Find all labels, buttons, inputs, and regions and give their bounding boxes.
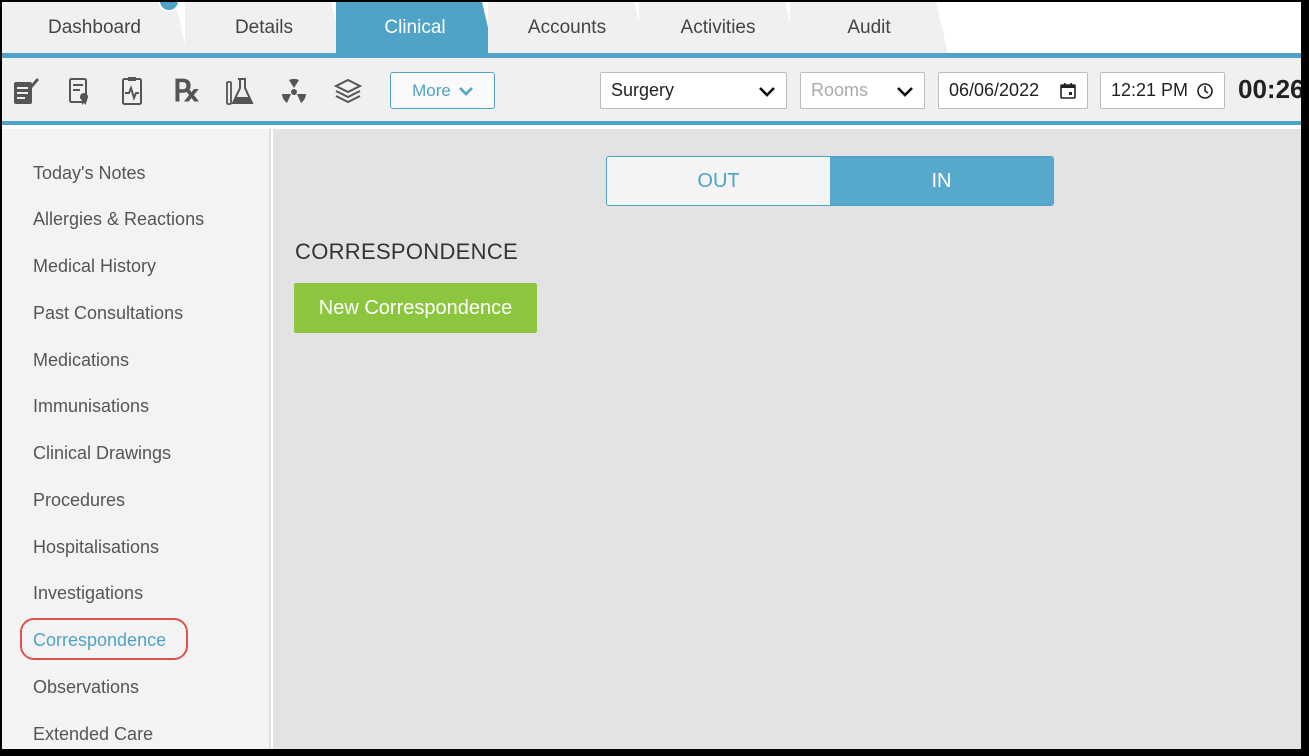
sidebar-item-clinical-drawings[interactable]: Clinical Drawings xyxy=(33,443,171,464)
toggle-in[interactable]: IN xyxy=(830,157,1053,205)
out-in-toggle: OUT IN xyxy=(606,156,1054,206)
tab-activities[interactable]: Activities xyxy=(639,2,797,53)
certificate-icon[interactable] xyxy=(64,75,94,107)
sidebar-item-procedures[interactable]: Procedures xyxy=(33,490,125,511)
section-title: CORRESPONDENCE xyxy=(295,239,519,264)
tab-clinical[interactable]: Clinical xyxy=(336,2,494,53)
lab-flask-icon[interactable] xyxy=(225,75,255,107)
chevron-down-icon xyxy=(759,87,775,97)
location-select[interactable]: Surgery xyxy=(600,72,787,109)
sidebar-item-hospitalisations[interactable]: Hospitalisations xyxy=(33,537,159,558)
app-window: Dashboard Details Clinical Accounts Acti… xyxy=(2,2,1301,749)
sidebar-item-todays-notes[interactable]: Today's Notes xyxy=(33,163,146,184)
tab-accounts[interactable]: Accounts xyxy=(488,2,646,53)
sidebar-item-medications[interactable]: Medications xyxy=(33,350,129,371)
date-field[interactable]: 06/06/2022 xyxy=(938,72,1088,109)
calendar-icon xyxy=(1060,83,1076,99)
tab-label: Dashboard xyxy=(48,16,141,38)
chevron-down-icon xyxy=(458,86,473,96)
tab-label: Accounts xyxy=(527,16,607,38)
prescription-icon[interactable]: ℞ xyxy=(172,73,202,109)
main-content: OUT IN CORRESPONDENCE New Correspondence xyxy=(273,129,1301,749)
location-value: Surgery xyxy=(611,80,675,100)
tab-label: Details xyxy=(234,16,294,38)
tab-bar: Dashboard Details Clinical Accounts Acti… xyxy=(2,2,1301,58)
rooms-placeholder: Rooms xyxy=(811,80,869,100)
rooms-select[interactable]: Rooms xyxy=(800,72,925,109)
more-button[interactable]: More xyxy=(390,72,495,109)
sidebar-item-investigations[interactable]: Investigations xyxy=(33,583,143,604)
toolbar: ℞ More Surgery Rooms 06/06/2022 12:21 PM… xyxy=(2,58,1301,125)
sidebar-item-medical-history[interactable]: Medical History xyxy=(33,256,156,277)
date-value: 06/06/2022 xyxy=(949,80,1040,100)
session-timer: 00:26 xyxy=(1238,74,1301,104)
sidebar-item-past-consultations[interactable]: Past Consultations xyxy=(33,303,183,324)
sidebar-item-extended-care[interactable]: Extended Care xyxy=(33,724,153,745)
clock-icon xyxy=(1197,83,1213,99)
new-correspondence-button[interactable]: New Correspondence xyxy=(294,283,537,333)
prescription-glyph: ℞ xyxy=(173,73,201,109)
notes-icon[interactable] xyxy=(10,75,40,107)
time-field[interactable]: 12:21 PM xyxy=(1100,72,1225,109)
tab-label: Activities xyxy=(680,16,756,38)
radiology-icon[interactable] xyxy=(279,75,309,107)
tab-audit[interactable]: Audit xyxy=(790,2,948,53)
tab-details[interactable]: Details xyxy=(185,2,343,53)
tab-label: Audit xyxy=(847,16,891,38)
sidebar-item-immunisations[interactable]: Immunisations xyxy=(33,396,149,417)
tab-label: Clinical xyxy=(384,16,446,38)
tab-dashboard[interactable]: Dashboard xyxy=(2,2,187,53)
sidebar-item-observations[interactable]: Observations xyxy=(33,677,139,698)
sidebar-item-allergies[interactable]: Allergies & Reactions xyxy=(33,209,204,230)
toggle-out[interactable]: OUT xyxy=(607,157,830,205)
more-label: More xyxy=(412,80,451,100)
layers-icon[interactable] xyxy=(333,75,363,107)
report-icon[interactable] xyxy=(117,75,147,107)
sidebar: Today's Notes Allergies & Reactions Medi… xyxy=(2,129,271,749)
sidebar-item-correspondence[interactable]: Correspondence xyxy=(33,630,166,651)
time-value: 12:21 PM xyxy=(1111,80,1189,100)
chevron-down-icon xyxy=(897,87,913,97)
